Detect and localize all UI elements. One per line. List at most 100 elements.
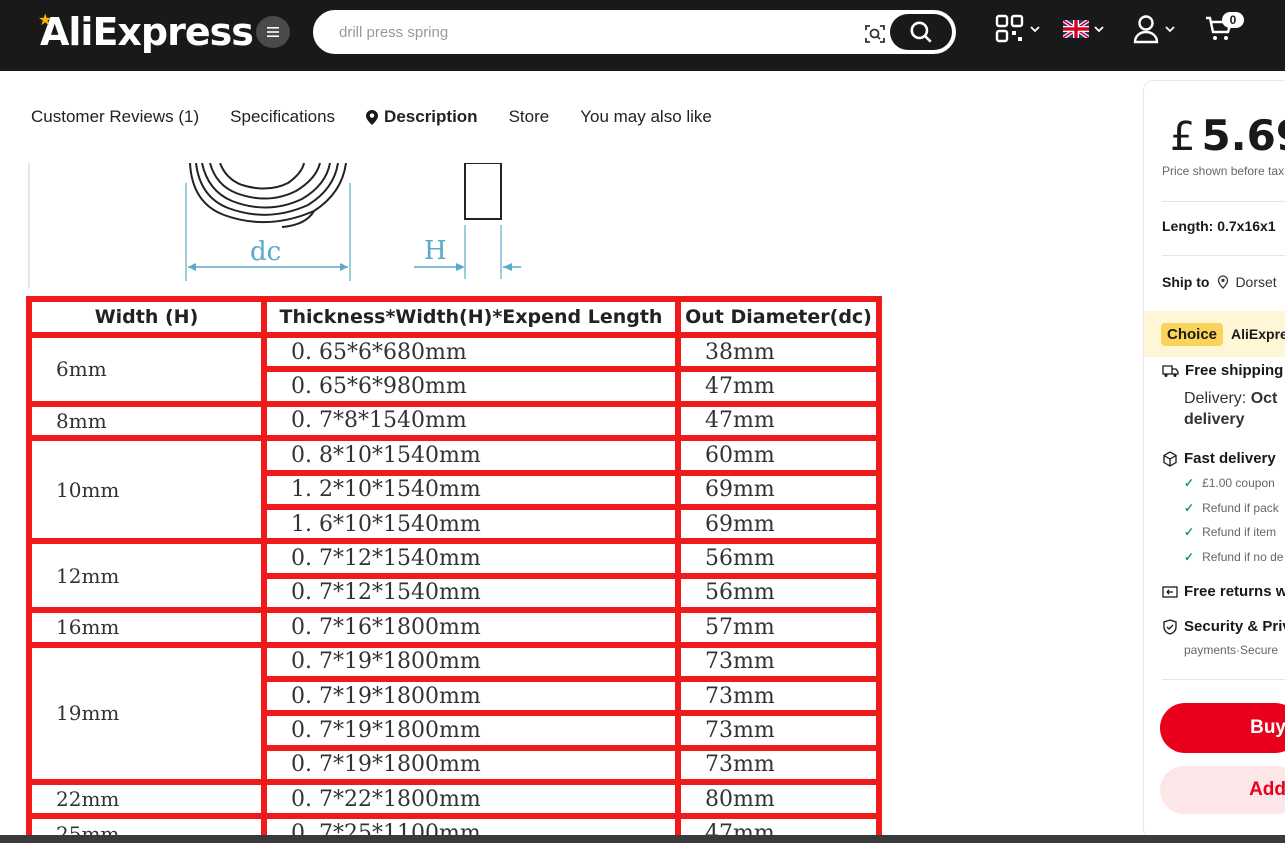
app-qr-button[interactable] [995,14,1041,44]
security-privacy[interactable]: Security & Priv [1162,618,1285,635]
table-row: 25mm 0. 7*25*1100mm 47mm [26,813,882,835]
dimension-cell: 0. 7*12*1540mm [261,572,681,614]
table-row: 10mm 0. 8*10*1540mm 60mm [26,435,882,545]
location-icon [1218,275,1229,289]
language-selector[interactable] [1063,20,1105,38]
width-cell: 8mm [26,400,267,442]
guarantee-text: Refund if no de [1202,550,1284,564]
truck-icon [1162,364,1179,377]
delivery-value: Oct [1250,390,1278,407]
search-button[interactable] [890,14,952,50]
tab-customer-reviews[interactable]: Customer Reviews (1) [31,107,199,127]
width-cell: 6mm [26,332,267,407]
diameter-cell: 73mm [675,675,882,717]
table-header-row: Width (H) Thickness*Width(H)*Expend Leng… [26,296,882,338]
dimension-cell: 0. 7*8*1540mm [261,400,681,442]
fast-delivery-text: Fast delivery [1184,450,1276,467]
free-returns-text: Free returns w [1184,583,1285,600]
menu-button[interactable] [256,16,290,48]
spiral-spring-drawing [189,163,347,228]
spec-table: Width (H) Thickness*Width(H)*Expend Leng… [26,296,882,835]
diameter-cell: 57mm [675,607,882,648]
guarantee-text: Refund if pack [1202,501,1279,515]
return-box-icon [1162,585,1178,598]
check-icon: ✓ [1184,501,1195,515]
diameter-cell: 38mm [675,331,882,373]
logo-star-icon: ★ [38,10,52,29]
diameter-cell: 73mm [675,744,882,786]
table-row: 6mm 0. 65*6*680mm 38mm [26,331,882,407]
h-label: H [424,236,447,266]
package-icon [1163,450,1177,467]
table-row: 16mm 0. 7*16*1800mm 57mm [26,607,882,648]
section-tabs: Customer Reviews (1) Specifications Desc… [31,104,743,130]
diameter-cell: 69mm [675,503,882,545]
ship-to-location: Dorset [1235,274,1277,290]
qr-code-icon [995,14,1024,43]
table-row: 12mm 0. 7*12*1540mm 56mm [26,538,882,614]
security-text: Security & Priv [1184,618,1285,635]
diameter-cell: 56mm [675,538,882,579]
length-value: 0.7x16x1 [1217,218,1276,234]
chevron-down-icon [1094,26,1104,33]
currency-symbol: £ [1170,114,1196,160]
delivery-line2: delivery [1184,411,1245,428]
user-icon [1133,15,1159,44]
shield-icon [1163,618,1177,635]
guarantee-text: Refund if item [1202,525,1277,539]
divider [1162,201,1285,202]
hamburger-icon [267,27,279,37]
delivery-info: Delivery: Oct [1184,390,1277,408]
free-shipping-text: Free shipping [1185,362,1284,379]
choice-badge: Choice [1161,322,1224,346]
guarantee-item: ✓ Refund if no de [1184,550,1283,564]
buy-now-button[interactable]: Buy [1160,703,1285,753]
diameter-cell: 73mm [675,710,882,751]
length-label: Length: [1162,218,1214,234]
top-header: ★ AliExpress drill press spring 0 [0,0,1285,71]
tab-specifications[interactable]: Specifications [230,107,335,127]
uk-flag-icon [1063,20,1089,38]
dimension-cell: 0. 7*19*1800mm [261,710,681,751]
logo-text: AliExpress [40,10,254,54]
ship-to-label: Ship to [1162,274,1210,290]
dimension-cell: 1. 6*10*1540mm [261,503,681,545]
ship-to[interactable]: Ship to Dorset [1162,274,1277,290]
tab-description[interactable]: Description [366,107,478,127]
tab-store[interactable]: Store [509,107,550,127]
length-option[interactable]: Length: 0.7x16x1 [1162,218,1276,234]
price-value: 5.69 [1201,111,1285,160]
free-returns[interactable]: Free returns w [1162,583,1285,600]
price: £5.69 [1170,111,1285,160]
dimension-cell: 0. 7*19*1800mm [261,744,681,786]
delivery-label: Delivery: [1184,390,1247,407]
chevron-down-icon [1165,26,1175,33]
dimension-cell: 0. 7*19*1800mm [261,641,681,682]
choice-text: AliExpress [1231,326,1285,342]
width-cell: 19mm [26,641,267,786]
width-cell: 25mm [26,813,267,835]
chevron-down-icon [1030,26,1040,33]
width-cell: 16mm [26,607,267,648]
header-out-diameter: Out Diameter(dc) [675,296,882,338]
width-cell: 10mm [26,435,267,545]
dimension-cell: 0. 7*25*1100mm [261,813,681,835]
dimension-cell: 0. 65*6*680mm [261,331,681,373]
add-to-cart-button[interactable]: Add [1160,766,1285,814]
check-icon: ✓ [1184,525,1195,539]
spring-diagram: dc H [28,163,521,288]
table-row: 19mm 0. 7*19*1800mm 73mm [26,641,882,786]
aliexpress-logo[interactable]: ★ AliExpress [38,8,254,56]
account-menu[interactable] [1132,14,1176,44]
guarantee-item: ✓ Refund if pack [1184,501,1279,515]
tab-you-may-also-like[interactable]: You may also like [580,107,712,127]
dimension-cell: 0. 7*12*1540mm [261,538,681,579]
image-search-icon[interactable] [863,22,887,46]
width-cell: 22mm [26,779,267,820]
search-input[interactable] [339,20,839,44]
diameter-cell: 47mm [675,400,882,442]
fast-delivery: Fast delivery [1162,450,1276,467]
table-row: 8mm 0. 7*8*1540mm 47mm [26,400,882,442]
description-image: dc H Width (H) Thickness*Width(H)*Expend… [24,163,886,835]
security-sub: payments·Secure [1184,643,1279,657]
